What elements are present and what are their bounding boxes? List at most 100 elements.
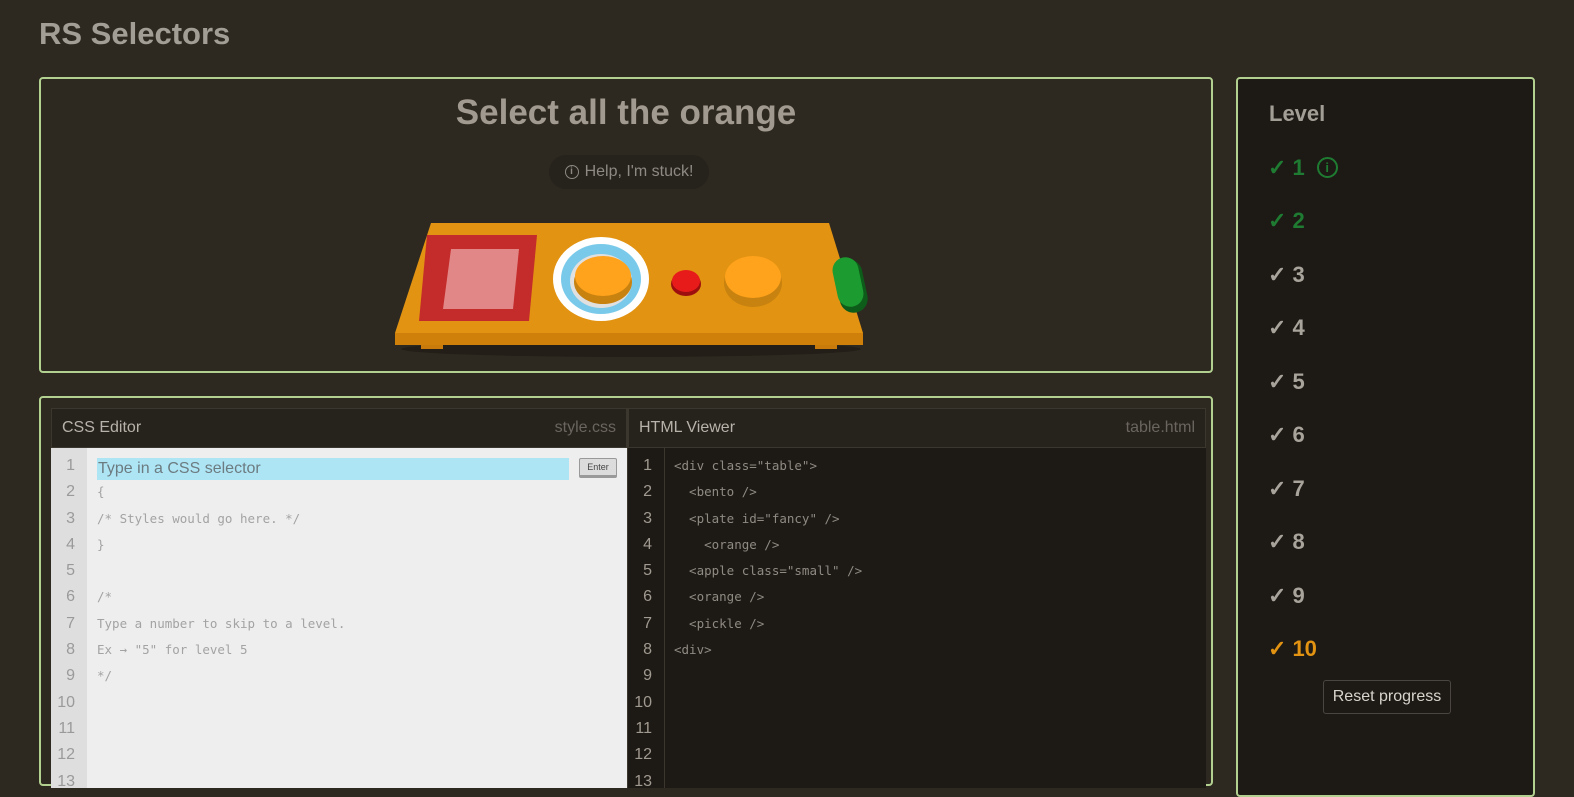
enter-button[interactable]: Enter (579, 458, 617, 478)
css-editor-header: CSS Editor style.css (51, 408, 627, 448)
line-number: 8 (66, 641, 75, 659)
css-code-lines: {/* Styles would go here. */} /* Type a n… (97, 448, 627, 788)
bento-item (419, 235, 537, 321)
html-viewer-header: HTML Viewer table.html (628, 408, 1206, 448)
level-item-7[interactable]: ✓ 7 (1268, 462, 1338, 516)
help-button-label: Help, I'm stuck! (584, 163, 694, 180)
line-number: 8 (643, 641, 652, 659)
reset-progress-button[interactable]: Reset progress (1323, 680, 1451, 714)
code-line: <orange /> (674, 589, 765, 605)
line-number: 7 (643, 614, 652, 632)
editor-panel: CSS Editor style.css 1 2 3 4 5 6 7 8 9 10 11 12 13 {… (39, 396, 1213, 790)
css-editor-title: CSS Editor (62, 419, 142, 436)
level-number: 8 (1292, 529, 1305, 555)
line-number: 5 (66, 562, 75, 580)
table-edge (395, 333, 863, 345)
level-item-8[interactable]: ✓ 8 (1268, 516, 1338, 570)
checkmark-icon: ✓ (1268, 368, 1287, 394)
code-line: } (97, 536, 105, 552)
code-line: <div class="table"> (674, 458, 817, 473)
help-button[interactable]: i Help, I'm stuck! (549, 155, 709, 189)
sidebar-heading: Level (1269, 101, 1326, 126)
line-number: 5 (643, 562, 652, 580)
game-panel: Select all the orange i Help, I'm stuck! (39, 77, 1213, 373)
checkmark-icon: ✓ (1268, 261, 1287, 287)
checkmark-icon: ✓ (1268, 154, 1287, 180)
info-icon[interactable]: i (1316, 157, 1338, 179)
level-list: ✓ 1 i ✓ 2 ✓ 3 ✓ 4 ✓ 5 ✓ 6 ✓ 7 ✓ 8 ✓ 9 ✓ 10 (1268, 141, 1338, 676)
html-viewer-pane: HTML Viewer table.html 1 2 3 4 5 6 7 8 9 10 11 12 13… (627, 408, 1206, 790)
line-number: 6 (66, 588, 75, 606)
level-item-6[interactable]: ✓ 6 (1268, 409, 1338, 463)
code-line: <pickle /> (674, 615, 765, 631)
line-number: 10 (57, 693, 75, 711)
line-number: 4 (643, 535, 652, 553)
line-number: 11 (58, 719, 75, 737)
line-number: 13 (57, 772, 75, 790)
level-item-5[interactable]: ✓ 5 (1268, 355, 1338, 409)
level-item-4[interactable]: ✓ 4 (1268, 302, 1338, 356)
checkmark-icon: ✓ (1268, 422, 1287, 448)
code-line: /* (97, 589, 113, 605)
code-line: <div> (674, 642, 712, 658)
level-item-3[interactable]: ✓ 3 (1268, 248, 1338, 302)
line-number: 12 (57, 746, 75, 764)
level-number: 7 (1292, 475, 1305, 501)
line-number: 3 (66, 509, 75, 527)
bento-table (395, 223, 868, 357)
line-number: 1 (643, 457, 652, 474)
css-selector-input[interactable] (97, 458, 569, 480)
checkmark-icon: ✓ (1268, 208, 1287, 234)
level-item-10[interactable]: ✓ 10 (1268, 623, 1338, 677)
code-line: <orange /> (674, 536, 780, 552)
checkmark-icon: ✓ (1268, 636, 1287, 662)
checkmark-icon: ✓ (1268, 475, 1287, 501)
line-number: 1 (66, 457, 75, 474)
app-title: RS Selectors (39, 16, 231, 51)
line-number: 13 (634, 772, 652, 790)
info-icon: i (564, 165, 579, 179)
level-number: 4 (1292, 315, 1305, 341)
css-line-numbers: 1 2 3 4 5 6 7 8 9 10 11 12 13 (51, 448, 87, 790)
level-item-1[interactable]: ✓ 1 i (1268, 141, 1338, 195)
html-viewer-title: HTML Viewer (639, 419, 736, 436)
level-number: 9 (1292, 582, 1305, 608)
line-number: 4 (66, 535, 75, 553)
level-instruction: Select all the orange (455, 93, 797, 132)
line-number: 11 (635, 719, 652, 737)
html-viewer-body: 1 2 3 4 5 6 7 8 9 10 11 12 13 <div class="table"> <b… (628, 448, 1206, 790)
css-editor-body: 1 2 3 4 5 6 7 8 9 10 11 12 13 {/* Styles would go he… (51, 448, 627, 790)
level-number: 5 (1292, 368, 1305, 394)
html-viewer-filename: table.html (1125, 419, 1195, 436)
level-item-9[interactable]: ✓ 9 (1268, 569, 1338, 623)
html-line-numbers: 1 2 3 4 5 6 7 8 9 10 11 12 13 (628, 448, 665, 790)
checkmark-icon: ✓ (1268, 582, 1287, 608)
line-number: 2 (66, 483, 75, 501)
fancy-plate-item (553, 237, 649, 321)
orange-item (724, 256, 782, 307)
code-line: <apple class="small" /> (674, 563, 863, 579)
line-number: 9 (643, 667, 652, 685)
level-number: 6 (1292, 422, 1305, 448)
level-sidebar: Level ✓ 1 i ✓ 2 ✓ 3 ✓ 4 ✓ 5 ✓ 6 ✓ 7 ✓ 8 ✓ 9 ✓ 10 Reset progr… (1236, 77, 1535, 797)
line-number: 10 (634, 693, 652, 711)
line-number: 12 (634, 746, 652, 764)
line-number: 3 (643, 509, 652, 527)
level-item-2[interactable]: ✓ 2 (1268, 195, 1338, 249)
line-number: 9 (66, 667, 75, 685)
level-number: 10 (1292, 636, 1317, 662)
line-number: 7 (66, 614, 75, 632)
code-line: <bento /> (674, 484, 757, 500)
code-line: */ (97, 668, 113, 684)
line-number: 6 (643, 588, 652, 606)
html-code-lines: <div class="table"> <bento /> <plate id=… (674, 448, 1206, 788)
level-number: 3 (1292, 261, 1305, 287)
